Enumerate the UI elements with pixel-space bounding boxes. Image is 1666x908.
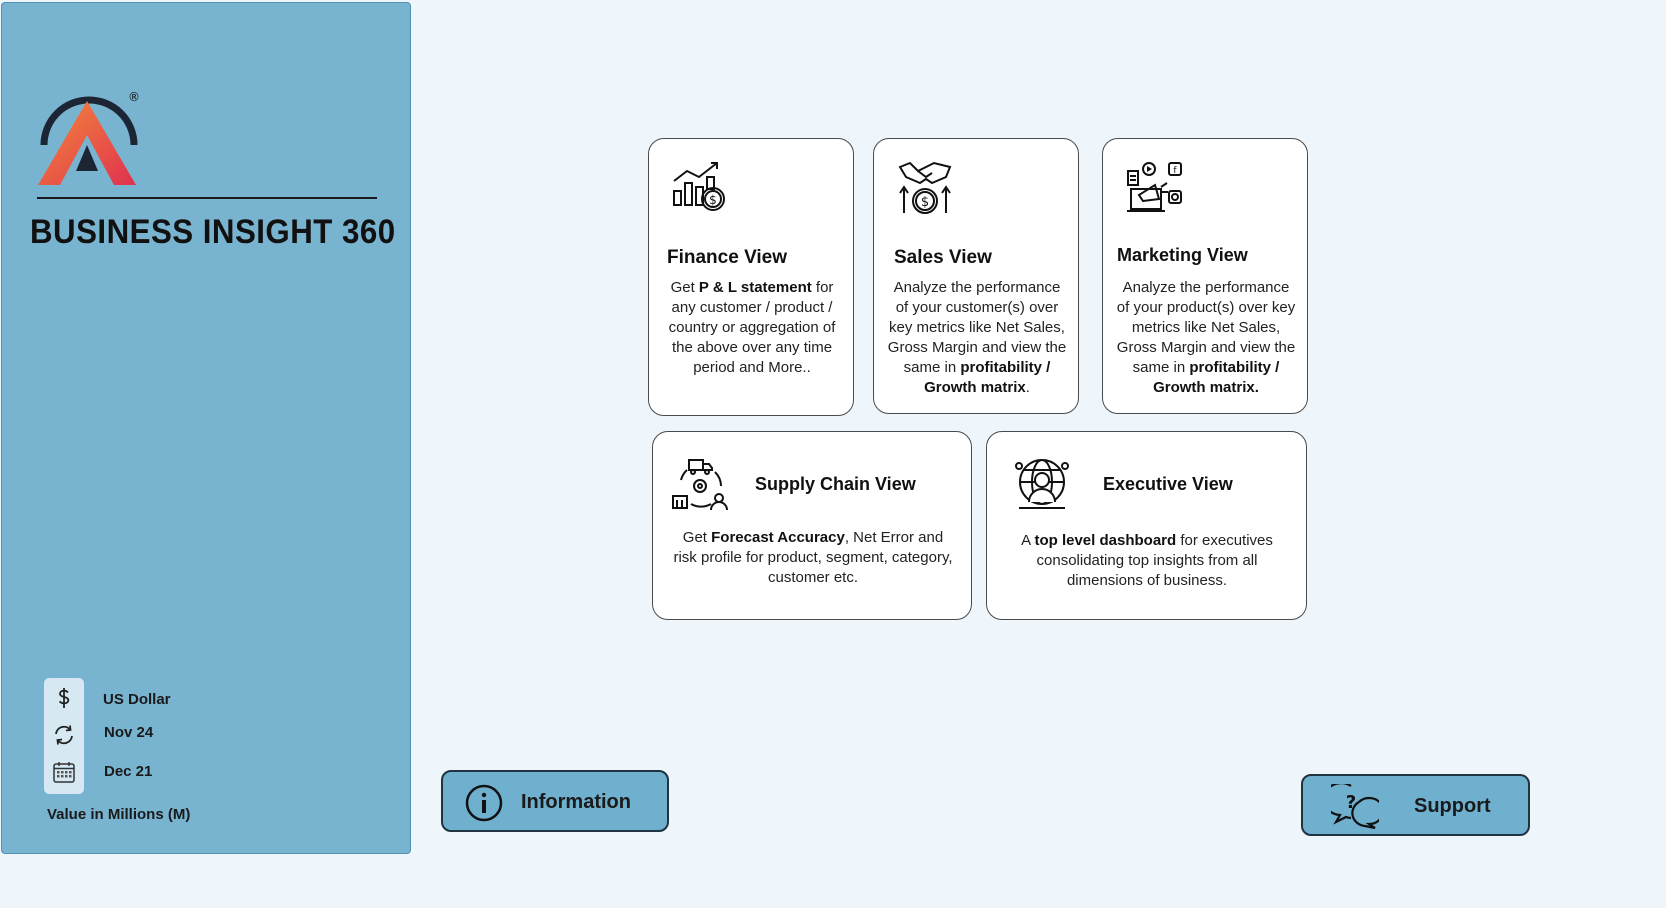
- marketing-view-title: Marketing View: [1117, 245, 1248, 265]
- data-start-label: Dec 21: [104, 763, 153, 780]
- executive-globe-icon: [1015, 459, 1069, 509]
- finance-view-title: Finance View: [667, 247, 788, 268]
- executive-view-description: A top level dashboard for executives con…: [1021, 532, 1273, 589]
- supply-chain-view-title: Supply Chain View: [755, 474, 916, 494]
- information-button[interactable]: Information: [441, 770, 669, 832]
- supply-chain-view-card[interactable]: Supply Chain View Get Forecast Accuracy,…: [652, 431, 972, 620]
- sidebar: ® BUSINESS INSIGHT 360 US Dollar Nov 24 …: [1, 2, 411, 854]
- supply-chain-view-description: Get Forecast Accuracy, Net Error and ris…: [673, 529, 953, 586]
- app-title: BUSINESS INSIGHT 360: [30, 213, 396, 251]
- calendar-icon: [53, 762, 75, 783]
- svg-text:$: $: [709, 193, 717, 207]
- business-insight-logo: ®: [38, 90, 140, 185]
- support-chat-icon: ?: [1331, 784, 1379, 830]
- dollar-icon: [58, 688, 70, 708]
- executive-view-title: Executive View: [1103, 474, 1233, 494]
- supply-chain-cycle-icon: [672, 459, 728, 511]
- currency-label: US Dollar: [103, 691, 171, 708]
- marketing-view-description: Analyze the performance of your product(…: [1116, 279, 1296, 396]
- support-button[interactable]: ? Support: [1301, 774, 1530, 836]
- executive-view-card[interactable]: Executive View A top level dashboard for…: [986, 431, 1307, 620]
- sales-view-card[interactable]: $ Sales View Analyze the performance of …: [873, 138, 1079, 414]
- finance-view-card[interactable]: $ Finance View Get P & L statement for a…: [648, 138, 854, 416]
- handshake-dollar-icon: $: [898, 161, 952, 214]
- filter-icon-strip: [44, 678, 84, 794]
- finance-view-description: Get P & L statement for any customer / p…: [668, 279, 836, 376]
- information-button-label: Information: [521, 791, 631, 813]
- refresh-icon: [55, 725, 73, 745]
- registered-mark: ®: [128, 90, 140, 104]
- svg-text:$: $: [921, 195, 929, 210]
- title-divider: [37, 197, 377, 199]
- svg-text:?: ?: [1346, 792, 1356, 813]
- finance-chart-icon: $: [673, 162, 725, 211]
- unit-note: Value in Millions (M): [47, 806, 191, 823]
- sales-view-description: Analyze the performance of your customer…: [887, 279, 1067, 396]
- marketing-megaphone-icon: f: [1127, 162, 1182, 212]
- refresh-date-label: Nov 24: [104, 724, 154, 741]
- info-icon: [465, 784, 503, 822]
- sales-view-title: Sales View: [894, 247, 992, 268]
- support-button-label: Support: [1414, 795, 1491, 817]
- marketing-view-card[interactable]: f Marketing View Analyze the performance…: [1102, 138, 1308, 414]
